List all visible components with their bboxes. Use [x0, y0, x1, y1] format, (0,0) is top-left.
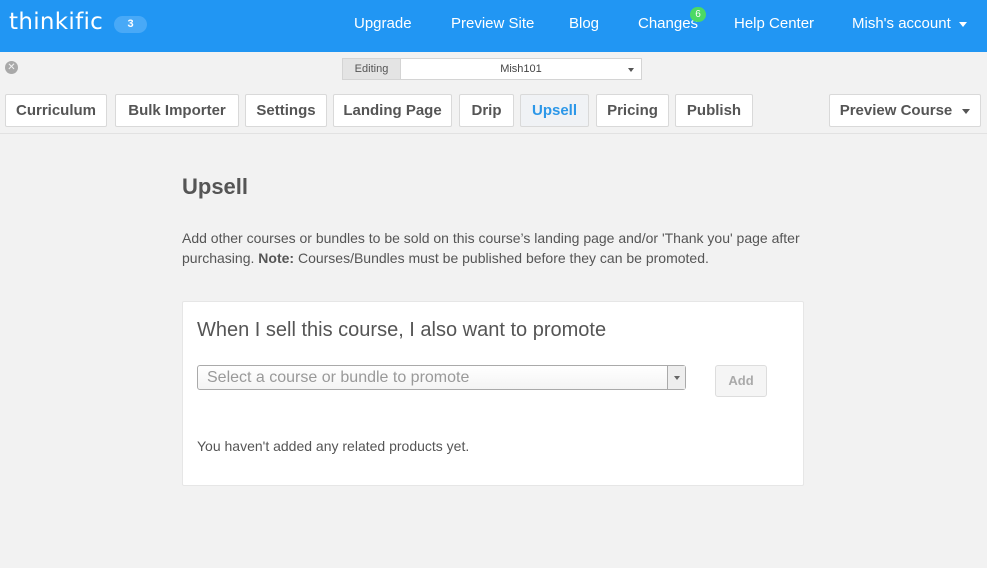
- tab-bulk-importer[interactable]: Bulk Importer: [115, 94, 239, 127]
- promote-card: When I sell this course, I also want to …: [182, 301, 804, 486]
- tabs-divider: [0, 133, 987, 134]
- empty-related-products-message: You haven't added any related products y…: [197, 438, 470, 454]
- notification-badge[interactable]: 3: [114, 16, 147, 33]
- nav-blog[interactable]: Blog: [569, 15, 599, 32]
- select-arrow: [667, 366, 685, 389]
- add-button[interactable]: Add: [715, 365, 767, 397]
- account-menu[interactable]: Mish's account: [852, 15, 967, 32]
- nav-help-center[interactable]: Help Center: [734, 15, 814, 32]
- chevron-down-icon: [628, 68, 634, 72]
- page-title: Upsell: [182, 174, 249, 199]
- chevron-down-icon: [674, 376, 680, 380]
- changes-count-badge: 6: [690, 7, 706, 22]
- preview-course-button[interactable]: Preview Course: [829, 94, 981, 127]
- tab-pricing[interactable]: Pricing: [596, 94, 669, 127]
- course-select[interactable]: Mish101: [400, 58, 642, 80]
- chevron-down-icon: [962, 108, 971, 114]
- nav-changes[interactable]: Changes: [638, 15, 698, 32]
- thinkific-logo[interactable]: thinkific: [9, 9, 103, 35]
- tab-upsell[interactable]: Upsell: [520, 94, 589, 127]
- nav-preview-site[interactable]: Preview Site: [451, 15, 534, 32]
- chevron-down-icon: [958, 21, 967, 27]
- nav-upgrade[interactable]: Upgrade: [354, 15, 412, 32]
- tab-curriculum[interactable]: Curriculum: [5, 94, 107, 127]
- promote-select-placeholder: Select a course or bundle to promote: [207, 369, 470, 386]
- note-label: Note:: [258, 250, 295, 266]
- tab-publish[interactable]: Publish: [675, 94, 753, 127]
- preview-course-label: Preview Course: [839, 102, 953, 119]
- tab-drip[interactable]: Drip: [459, 94, 514, 127]
- promote-product-select[interactable]: Select a course or bundle to promote: [197, 365, 686, 390]
- close-icon[interactable]: ✕: [5, 61, 18, 74]
- account-menu-label: Mish's account: [852, 15, 951, 32]
- note-text: Courses/Bundles must be published before…: [294, 250, 709, 266]
- course-select-value: Mish101: [500, 63, 542, 75]
- editing-label: Editing: [342, 58, 400, 80]
- top-navbar: thinkific 3 Upgrade Preview Site Blog Ch…: [0, 0, 987, 52]
- promote-card-title: When I sell this course, I also want to …: [197, 319, 607, 341]
- tab-settings[interactable]: Settings: [245, 94, 327, 127]
- tab-landing-page[interactable]: Landing Page: [333, 94, 452, 127]
- upsell-description: Add other courses or bundles to be sold …: [182, 228, 802, 268]
